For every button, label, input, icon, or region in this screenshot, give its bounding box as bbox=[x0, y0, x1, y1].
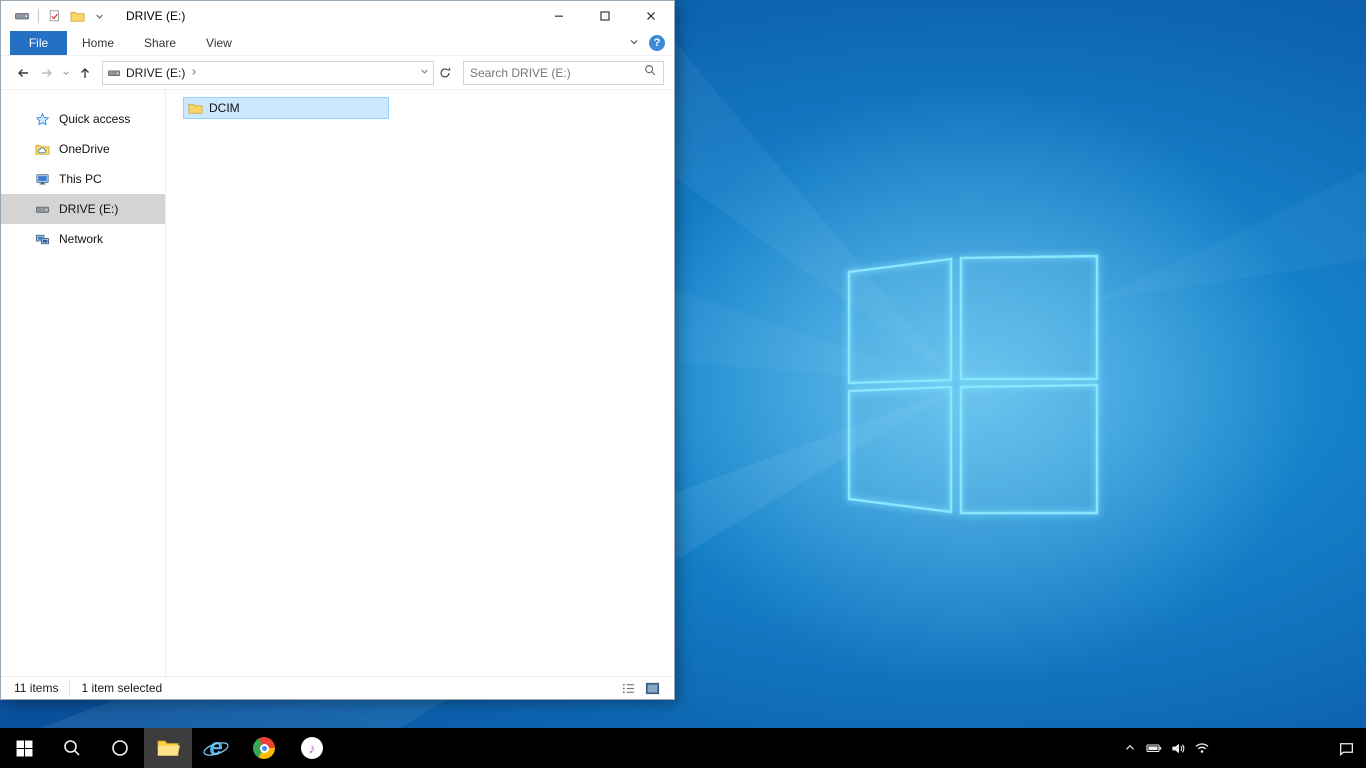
qat-properties-icon[interactable] bbox=[46, 7, 64, 25]
status-separator bbox=[69, 681, 71, 695]
address-bar-row: DRIVE (E:) bbox=[1, 56, 674, 90]
folder-icon bbox=[187, 100, 203, 116]
sidebar-item-label: Quick access bbox=[59, 112, 131, 126]
items-count: 11 items bbox=[14, 681, 59, 695]
window-body: Quick access OneDrive This PC DRIVE (E:) bbox=[1, 90, 674, 676]
breadcrumb-drive[interactable]: DRIVE (E:) bbox=[122, 66, 189, 80]
taskbar-itunes-button[interactable]: ♪ bbox=[288, 728, 336, 768]
minimize-button[interactable] bbox=[536, 1, 582, 31]
file-explorer-window: DRIVE (E:) File Home Share View ? DRIVE … bbox=[0, 0, 675, 700]
taskbar-chrome-button[interactable] bbox=[240, 728, 288, 768]
drive-icon bbox=[34, 201, 50, 217]
file-list: DCIM bbox=[166, 90, 674, 676]
window-title: DRIVE (E:) bbox=[126, 9, 186, 23]
onedrive-icon bbox=[34, 141, 50, 157]
address-dropdown-chevron-icon[interactable] bbox=[419, 64, 430, 82]
action-center-icon[interactable] bbox=[1326, 728, 1366, 768]
tab-view[interactable]: View bbox=[191, 31, 247, 55]
search-input[interactable] bbox=[470, 65, 643, 80]
thumbnails-view-button[interactable] bbox=[643, 679, 661, 697]
titlebar[interactable]: DRIVE (E:) bbox=[1, 1, 674, 31]
taskbar-search-icon bbox=[64, 740, 80, 756]
forward-button[interactable] bbox=[35, 61, 59, 85]
sidebar-item-quick-access[interactable]: Quick access bbox=[1, 104, 165, 134]
status-bar: 11 items 1 item selected bbox=[1, 676, 674, 699]
sidebar-item-this-pc[interactable]: This PC bbox=[1, 164, 165, 194]
chrome-icon bbox=[253, 737, 275, 759]
up-button[interactable] bbox=[73, 61, 97, 85]
window-drive-icon bbox=[13, 7, 31, 25]
address-bar[interactable]: DRIVE (E:) bbox=[102, 60, 434, 85]
cortana-circle-icon bbox=[112, 740, 128, 756]
tab-share[interactable]: Share bbox=[129, 31, 191, 55]
expand-ribbon-chevron-icon[interactable] bbox=[628, 36, 640, 51]
file-name: DCIM bbox=[209, 101, 240, 115]
start-button[interactable] bbox=[0, 728, 48, 768]
navigation-pane: Quick access OneDrive This PC DRIVE (E:) bbox=[1, 90, 166, 676]
address-drive-icon bbox=[106, 65, 122, 81]
maximize-button[interactable] bbox=[582, 1, 628, 31]
recent-locations-chevron-icon[interactable] bbox=[59, 61, 73, 85]
close-button[interactable] bbox=[628, 1, 674, 31]
cortana-button[interactable] bbox=[96, 728, 144, 768]
details-view-button[interactable] bbox=[619, 679, 637, 697]
file-item-dcim[interactable]: DCIM bbox=[183, 97, 389, 119]
taskbar: e ♪ bbox=[0, 728, 1366, 768]
taskbar-file-explorer-button[interactable] bbox=[144, 728, 192, 768]
back-button[interactable] bbox=[11, 61, 35, 85]
volume-icon[interactable] bbox=[1166, 728, 1190, 768]
file-explorer-icon bbox=[157, 740, 180, 756]
window-controls bbox=[536, 1, 674, 31]
sidebar-item-network[interactable]: Network bbox=[1, 224, 165, 254]
qat-customize-chevron-icon[interactable] bbox=[90, 7, 108, 25]
sidebar-item-drive-e[interactable]: DRIVE (E:) bbox=[1, 194, 165, 224]
tab-file[interactable]: File bbox=[10, 31, 67, 55]
taskbar-search-button[interactable] bbox=[48, 728, 96, 768]
battery-icon[interactable] bbox=[1142, 728, 1166, 768]
search-icon[interactable] bbox=[643, 63, 657, 82]
network-icon bbox=[34, 231, 50, 247]
breadcrumb-chevron-icon[interactable] bbox=[189, 64, 199, 82]
system-tray bbox=[1118, 728, 1366, 768]
titlebar-separator bbox=[38, 9, 39, 23]
quick-access-star-icon bbox=[34, 111, 50, 127]
refresh-button[interactable] bbox=[434, 61, 456, 85]
tray-chevron-up-icon[interactable] bbox=[1118, 728, 1142, 768]
selection-count: 1 item selected bbox=[81, 681, 163, 695]
sidebar-item-label: DRIVE (E:) bbox=[59, 202, 119, 216]
sidebar-item-label: This PC bbox=[59, 172, 102, 186]
sidebar-item-onedrive[interactable]: OneDrive bbox=[1, 134, 165, 164]
qat-new-folder-icon[interactable] bbox=[68, 7, 86, 25]
itunes-icon: ♪ bbox=[301, 737, 323, 759]
sidebar-item-label: OneDrive bbox=[59, 142, 110, 156]
tab-home[interactable]: Home bbox=[67, 31, 129, 55]
wifi-icon[interactable] bbox=[1190, 728, 1214, 768]
this-pc-icon bbox=[34, 171, 50, 187]
sidebar-item-label: Network bbox=[59, 232, 104, 246]
search-box[interactable] bbox=[463, 60, 664, 85]
taskbar-internet-explorer-button[interactable]: e bbox=[192, 728, 240, 768]
ribbon-tabs: File Home Share View ? bbox=[1, 31, 674, 56]
internet-explorer-icon: e bbox=[209, 734, 223, 761]
help-icon[interactable]: ? bbox=[649, 35, 665, 51]
